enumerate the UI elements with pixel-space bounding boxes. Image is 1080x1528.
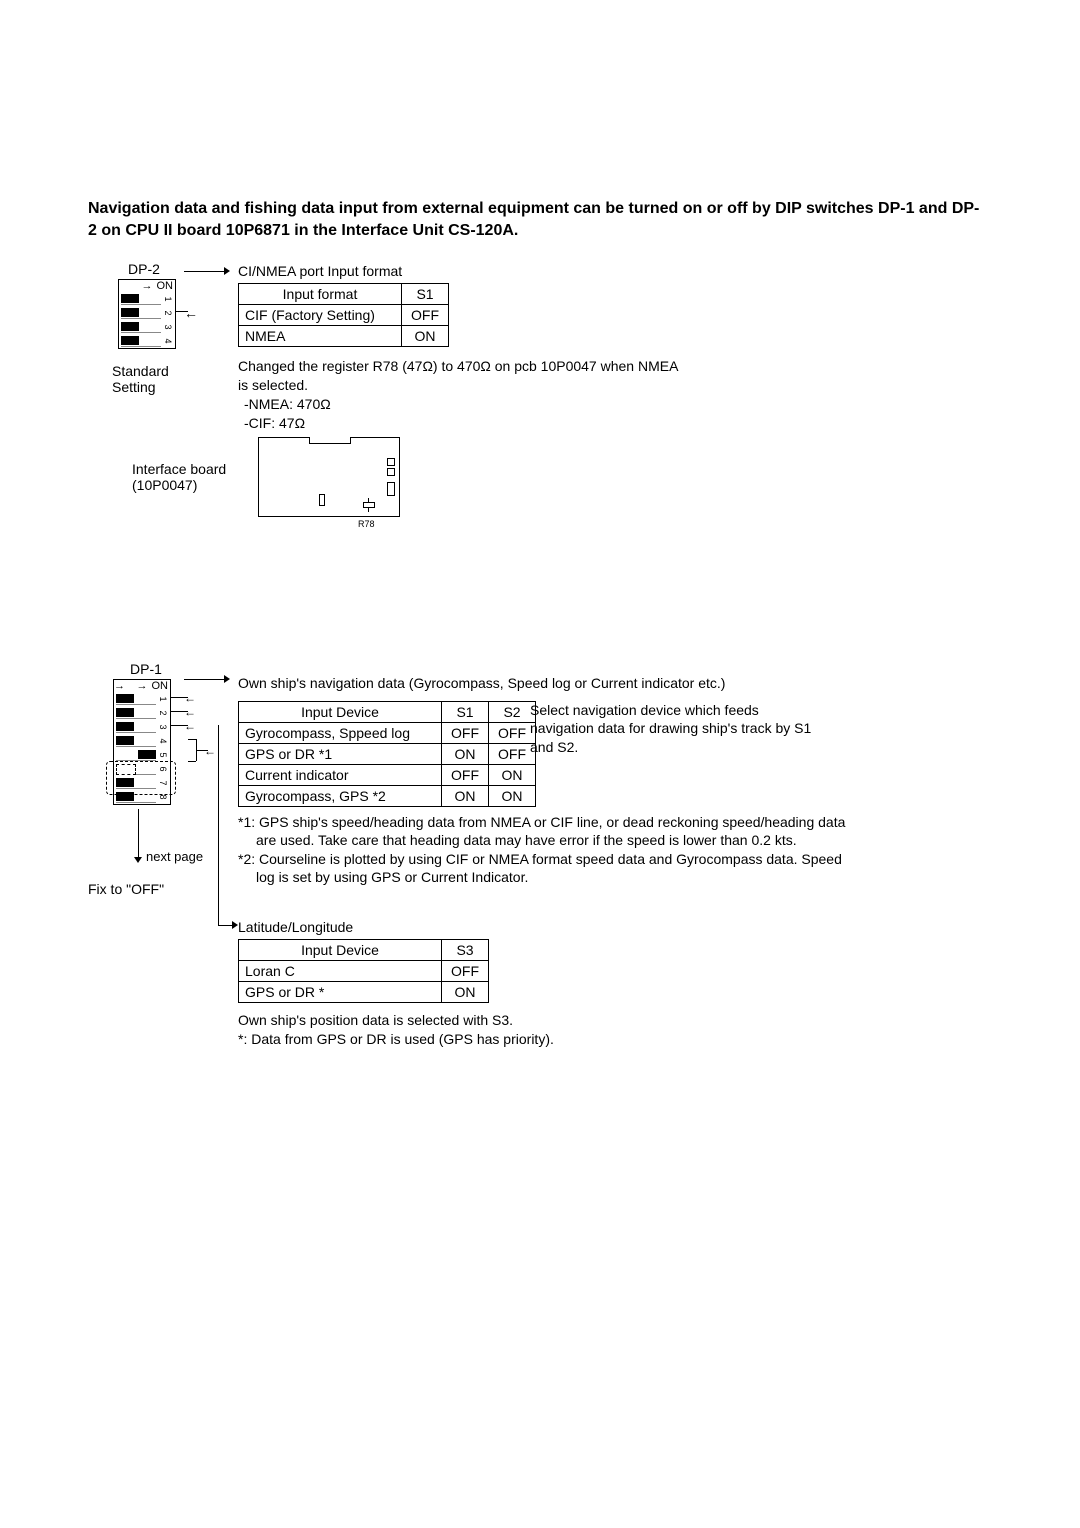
dp1-latlon-table: Input Device S3 Loran C OFF GPS or DR * … xyxy=(238,939,489,1003)
table-cell: OFF xyxy=(442,961,489,982)
dotted-frame-icon xyxy=(106,761,176,795)
dp1-nav-device-table: Input Device S1 S2 Gyrocompass, Sppeed l… xyxy=(238,701,536,807)
table-cell: ON xyxy=(442,982,489,1003)
table-header: Input Device xyxy=(239,702,442,723)
chevron-left-icon: ← xyxy=(204,744,216,758)
table-cell: Gyrocompass, GPS *2 xyxy=(239,786,442,807)
dp2-note: Changed the register R78 (47Ω) to 470Ω o… xyxy=(238,357,678,433)
table-cell: NMEA xyxy=(239,326,402,347)
dp1-nav-title: Own ship's navigation data (Gyrocompass,… xyxy=(238,675,725,691)
dip-on-marker: →ON xyxy=(114,680,170,692)
table-cell: ON xyxy=(489,765,536,786)
table-header: S3 xyxy=(442,940,489,961)
table-header: S1 xyxy=(402,284,449,305)
latlon-title: Latitude/Longitude xyxy=(238,919,353,935)
table-cell: GPS or DR * xyxy=(239,982,442,1003)
table-cell: ON xyxy=(442,744,489,765)
dp2-note-line: -NMEA: 470Ω xyxy=(238,396,331,412)
table-cell: OFF xyxy=(489,723,536,744)
fix-to-off-label: Fix to "OFF" xyxy=(88,881,164,897)
dp2-note-line: -CIF: 47Ω xyxy=(238,415,305,431)
dp2-port-title: CI/NMEA port Input format xyxy=(238,263,402,279)
table-header: S1 xyxy=(442,702,489,723)
chevron-left-icon: ← xyxy=(184,305,198,321)
table-cell: ON xyxy=(489,786,536,807)
chevron-left-icon: ← xyxy=(184,705,196,719)
dp1-side-note: Select navigation device which feeds nav… xyxy=(530,701,820,756)
chevron-left-icon: ← xyxy=(184,691,196,705)
table-cell: OFF xyxy=(442,765,489,786)
table-cell: ON xyxy=(442,786,489,807)
dp2-input-format-table: Input format S1 CIF (Factory Setting) OF… xyxy=(238,283,449,347)
page-content: Navigation data and fishing data input f… xyxy=(88,198,988,1161)
dp1-footnotes: *1: GPS ship's speed/heading data from N… xyxy=(238,813,858,886)
dp2-section: DP-2 ON 1 2 3 4 ← Standard Setting CI/NM… xyxy=(88,261,988,601)
dip-on-marker: ON xyxy=(119,280,175,292)
pcb-icon xyxy=(258,437,400,517)
dip-switch-dp2: ON 1 2 3 4 xyxy=(118,279,176,349)
table-cell: ON xyxy=(402,326,449,347)
dp1-footnote-2: *2: Courseline is plotted by using CIF o… xyxy=(238,850,858,886)
table-cell: GPS or DR *1 xyxy=(239,744,442,765)
table-cell: OFF xyxy=(489,744,536,765)
latlon-note-line: Own ship's position data is selected wit… xyxy=(238,1011,554,1030)
table-cell: OFF xyxy=(402,305,449,326)
table-cell: Loran C xyxy=(239,961,442,982)
interface-board-label: Interface board (10P0047) xyxy=(132,461,262,493)
next-page-label: next page xyxy=(146,849,203,864)
table-cell: OFF xyxy=(442,723,489,744)
dp1-footnote-1: *1: GPS ship's speed/heading data from N… xyxy=(238,813,858,849)
table-cell: Gyrocompass, Sppeed log xyxy=(239,723,442,744)
standard-setting-label: Standard Setting xyxy=(112,363,212,395)
latlon-note-line: *: Data from GPS or DR is used (GPS has … xyxy=(238,1030,554,1049)
intro-text: Navigation data and fishing data input f… xyxy=(88,198,988,241)
latlon-notes: Own ship's position data is selected wit… xyxy=(238,1011,554,1049)
dp2-label: DP-2 xyxy=(128,261,160,277)
dp2-note-line: Changed the register R78 (47Ω) to 470Ω o… xyxy=(238,358,678,393)
table-header: S2 xyxy=(489,702,536,723)
r78-label: R78 xyxy=(358,519,375,529)
table-header: Input Device xyxy=(239,940,442,961)
dp1-label: DP-1 xyxy=(130,661,162,677)
chevron-left-icon: ← xyxy=(184,719,196,733)
table-cell: Current indicator xyxy=(239,765,442,786)
table-header: Input format xyxy=(239,284,402,305)
table-cell: CIF (Factory Setting) xyxy=(239,305,402,326)
dp1-section: DP-1 →ON 1 2 3 4 5 6 7 8 ← ← ← xyxy=(88,661,988,1161)
